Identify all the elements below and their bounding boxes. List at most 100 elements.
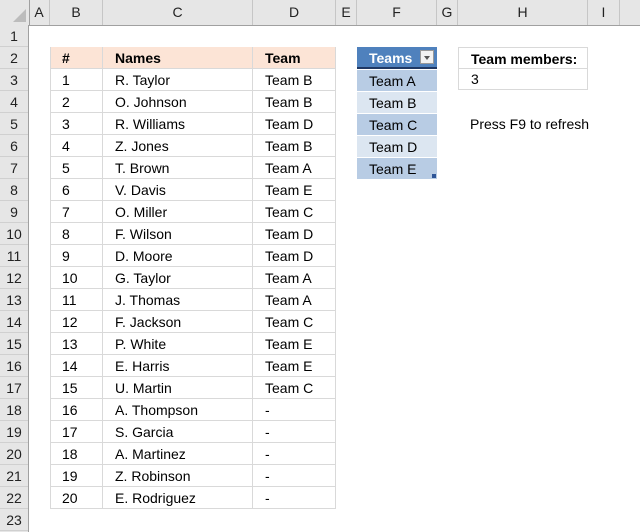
cell-num[interactable]: 11 bbox=[50, 289, 103, 311]
cell-name[interactable]: F. Jackson bbox=[103, 311, 253, 333]
cell-num[interactable]: 2 bbox=[50, 91, 103, 113]
column-header-a[interactable]: A bbox=[29, 0, 50, 25]
cell-num[interactable]: 1 bbox=[50, 69, 103, 91]
cell-team[interactable]: Team A bbox=[253, 267, 336, 289]
cell-team[interactable]: - bbox=[253, 399, 336, 421]
row-header[interactable]: 20 bbox=[0, 443, 28, 465]
cell-num[interactable]: 3 bbox=[50, 113, 103, 135]
cell-num[interactable]: 15 bbox=[50, 377, 103, 399]
cell-team[interactable]: Team D bbox=[253, 113, 336, 135]
cell-num[interactable]: 17 bbox=[50, 421, 103, 443]
select-all-corner[interactable] bbox=[0, 0, 30, 25]
filter-dropdown-icon[interactable] bbox=[420, 50, 434, 64]
cell-name[interactable]: A. Martinez bbox=[103, 443, 253, 465]
cell-num[interactable]: 5 bbox=[50, 157, 103, 179]
cell-team[interactable]: Team B bbox=[253, 69, 336, 91]
teams-header[interactable]: Teams bbox=[357, 47, 437, 69]
row-header[interactable]: 13 bbox=[0, 289, 28, 311]
cell-name[interactable]: R. Williams bbox=[103, 113, 253, 135]
teams-item[interactable]: Team B bbox=[357, 91, 437, 113]
row-header[interactable]: 10 bbox=[0, 223, 28, 245]
row-header[interactable]: 5 bbox=[0, 113, 28, 135]
column-header-e[interactable]: E bbox=[336, 0, 357, 25]
cell-name[interactable]: V. Davis bbox=[103, 179, 253, 201]
table-header-team[interactable]: Team bbox=[253, 47, 336, 69]
cell-name[interactable]: J. Thomas bbox=[103, 289, 253, 311]
cell-team[interactable]: Team B bbox=[253, 135, 336, 157]
row-header[interactable]: 1 bbox=[0, 25, 28, 47]
row-header[interactable]: 15 bbox=[0, 333, 28, 355]
column-header-f[interactable]: F bbox=[357, 0, 437, 25]
cell-team[interactable]: Team C bbox=[253, 377, 336, 399]
cell-team[interactable]: - bbox=[253, 443, 336, 465]
row-header[interactable]: 14 bbox=[0, 311, 28, 333]
teams-item[interactable]: Team C bbox=[357, 113, 437, 135]
table-header-names[interactable]: Names bbox=[103, 47, 253, 69]
cell-team[interactable]: Team E bbox=[253, 179, 336, 201]
team-members-value[interactable]: 3 bbox=[458, 68, 588, 90]
row-header[interactable]: 21 bbox=[0, 465, 28, 487]
column-header-c[interactable]: C bbox=[103, 0, 253, 25]
cell-team[interactable]: Team C bbox=[253, 311, 336, 333]
row-header[interactable]: 9 bbox=[0, 201, 28, 223]
row-header[interactable]: 6 bbox=[0, 135, 28, 157]
cell-num[interactable]: 12 bbox=[50, 311, 103, 333]
row-header[interactable]: 7 bbox=[0, 157, 28, 179]
cell-team[interactable]: Team E bbox=[253, 355, 336, 377]
cell-name[interactable]: E. Rodriguez bbox=[103, 487, 253, 509]
teams-item[interactable]: Team A bbox=[357, 69, 437, 91]
team-members-label[interactable]: Team members: bbox=[458, 47, 588, 69]
cell-num[interactable]: 14 bbox=[50, 355, 103, 377]
cell-name[interactable]: U. Martin bbox=[103, 377, 253, 399]
row-header[interactable]: 4 bbox=[0, 91, 28, 113]
cell-name[interactable]: Z. Robinson bbox=[103, 465, 253, 487]
cell-team[interactable]: Team A bbox=[253, 157, 336, 179]
column-header-i[interactable]: I bbox=[588, 0, 620, 25]
cell-num[interactable]: 18 bbox=[50, 443, 103, 465]
column-header-d[interactable]: D bbox=[253, 0, 336, 25]
row-header[interactable]: 23 bbox=[0, 509, 28, 531]
cell-name[interactable]: F. Wilson bbox=[103, 223, 253, 245]
cell-name[interactable]: E. Harris bbox=[103, 355, 253, 377]
cell-team[interactable]: Team C bbox=[253, 201, 336, 223]
cell-team[interactable]: Team E bbox=[253, 333, 336, 355]
cell-name[interactable]: T. Brown bbox=[103, 157, 253, 179]
cell-name[interactable]: Z. Jones bbox=[103, 135, 253, 157]
cell-name[interactable]: O. Johnson bbox=[103, 91, 253, 113]
teams-item[interactable]: Team E bbox=[357, 157, 437, 179]
row-header[interactable]: 8 bbox=[0, 179, 28, 201]
cell-name[interactable]: G. Taylor bbox=[103, 267, 253, 289]
cell-team[interactable]: - bbox=[253, 487, 336, 509]
cell-name[interactable]: R. Taylor bbox=[103, 69, 253, 91]
cell-name[interactable]: D. Moore bbox=[103, 245, 253, 267]
cell-num[interactable]: 8 bbox=[50, 223, 103, 245]
column-header-g[interactable]: G bbox=[437, 0, 458, 25]
cell-team[interactable]: - bbox=[253, 421, 336, 443]
cell-num[interactable]: 4 bbox=[50, 135, 103, 157]
table-header-num[interactable]: # bbox=[50, 47, 103, 69]
row-header[interactable]: 2 bbox=[0, 47, 28, 69]
row-header[interactable]: 3 bbox=[0, 69, 28, 91]
row-header[interactable]: 16 bbox=[0, 355, 28, 377]
cell-num[interactable]: 9 bbox=[50, 245, 103, 267]
cell-num[interactable]: 6 bbox=[50, 179, 103, 201]
column-header-h[interactable]: H bbox=[458, 0, 588, 25]
cell-num[interactable]: 10 bbox=[50, 267, 103, 289]
cell-team[interactable]: - bbox=[253, 465, 336, 487]
cell-team[interactable]: Team A bbox=[253, 289, 336, 311]
row-header[interactable]: 12 bbox=[0, 267, 28, 289]
cell-team[interactable]: Team B bbox=[253, 91, 336, 113]
table-resize-handle[interactable] bbox=[432, 174, 436, 178]
cell-num[interactable]: 7 bbox=[50, 201, 103, 223]
cell-num[interactable]: 13 bbox=[50, 333, 103, 355]
cell-name[interactable]: S. Garcia bbox=[103, 421, 253, 443]
row-header[interactable]: 18 bbox=[0, 399, 28, 421]
column-header-b[interactable]: B bbox=[50, 0, 103, 25]
row-header[interactable]: 11 bbox=[0, 245, 28, 267]
cell-num[interactable]: 16 bbox=[50, 399, 103, 421]
cell-team[interactable]: Team D bbox=[253, 223, 336, 245]
cell-name[interactable]: A. Thompson bbox=[103, 399, 253, 421]
cell-name[interactable]: O. Miller bbox=[103, 201, 253, 223]
row-header[interactable]: 17 bbox=[0, 377, 28, 399]
cell-name[interactable]: P. White bbox=[103, 333, 253, 355]
